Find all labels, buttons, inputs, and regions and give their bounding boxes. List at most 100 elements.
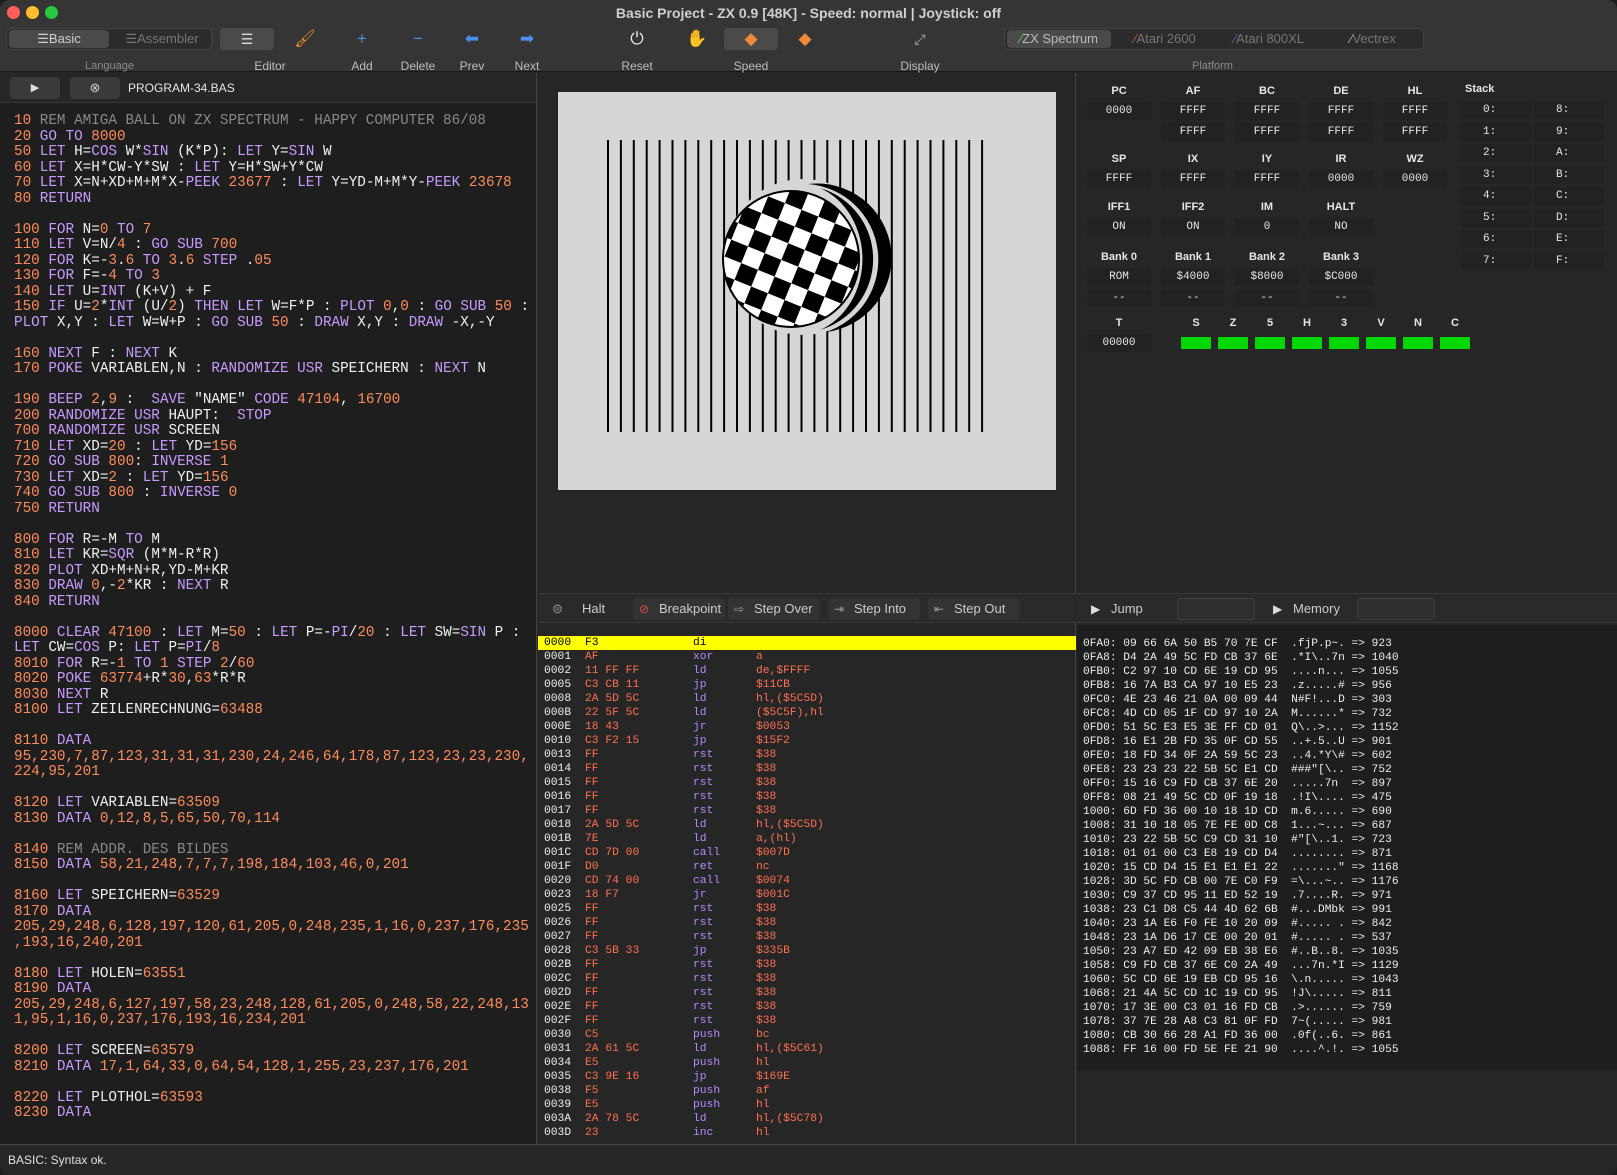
memory-hex-view[interactable]: 0FA0: 09 66 6A 50 B5 70 7E CF .fjP.p~. =… (1083, 637, 1399, 1057)
jump-button[interactable]: ▶ Jump (1085, 598, 1165, 620)
disasm-row[interactable]: 000B 22 5F 5C ld ($5C5F),hl (538, 706, 1076, 720)
register-value[interactable]: ROM (1087, 268, 1151, 286)
stack-slot[interactable]: 7: (1461, 251, 1531, 270)
disasm-row[interactable]: 0031 2A 61 5C ld hl,($5C61) (538, 1042, 1076, 1056)
register-alt-value[interactable]: FFFF (1161, 123, 1225, 141)
platform-tab-zx[interactable]: ⁄ ZX Spectrum (1007, 30, 1111, 48)
stack-slot[interactable]: B: (1534, 165, 1604, 184)
prev-button[interactable]: ⬅ Prev (450, 28, 494, 73)
register-value[interactable]: $8000 (1235, 268, 1299, 286)
flag-h[interactable]: H (1292, 315, 1322, 349)
disasm-row[interactable]: 0034 E5 push hl (538, 1056, 1076, 1070)
platform-tab-vectrex[interactable]: ⁄ Vectrex (1323, 30, 1423, 48)
register-alt-value[interactable]: -- (1087, 289, 1151, 307)
stack-slot[interactable]: F: (1534, 251, 1604, 270)
register-value[interactable]: FFFF (1161, 102, 1225, 120)
stack-slot[interactable]: 5: (1461, 208, 1531, 227)
zoom-window-button[interactable] (45, 6, 58, 19)
close-window-button[interactable] (7, 6, 20, 19)
speed-alt-button[interactable]: ◆ (790, 28, 820, 50)
register-value[interactable]: FFFF (1161, 170, 1225, 188)
register-value[interactable]: FFFF (1235, 170, 1299, 188)
register-value[interactable]: NO (1309, 218, 1373, 236)
disasm-row[interactable]: 0001 AF xor a (538, 650, 1076, 664)
disasm-row[interactable]: 002B FF rst $38 (538, 958, 1076, 972)
display-button[interactable]: ⤢ Display (895, 28, 945, 73)
flag-n[interactable]: N (1403, 315, 1433, 349)
clear-button[interactable]: ⊗ (70, 77, 120, 99)
register-value[interactable]: FFFF (1235, 102, 1299, 120)
register-alt-value[interactable]: -- (1309, 289, 1373, 307)
register-value[interactable]: FFFF (1309, 102, 1373, 120)
flag-c[interactable]: C (1440, 315, 1470, 349)
disasm-row[interactable]: 0035 C3 9E 16 jp $169E (538, 1070, 1076, 1084)
flag-z[interactable]: Z (1218, 315, 1248, 349)
language-assembler-tab[interactable]: ☰ Assembler (113, 30, 211, 48)
disasm-row[interactable]: 0039 E5 push hl (538, 1098, 1076, 1112)
disasm-row[interactable]: 0008 2A 5D 5C ld hl,($5C5D) (538, 692, 1076, 706)
stack-slot[interactable]: D: (1534, 208, 1604, 227)
disasm-row[interactable]: 0018 2A 5D 5C ld hl,($5C5D) (538, 818, 1076, 832)
disasm-row[interactable]: 003D 23 inc hl (538, 1126, 1076, 1140)
disasm-row[interactable]: 0028 C3 5B 33 jp $335B (538, 944, 1076, 958)
stack-slot[interactable]: 3: (1461, 165, 1531, 184)
disasm-row[interactable]: 0017 FF rst $38 (538, 804, 1076, 818)
register-value[interactable]: FFFF (1383, 102, 1447, 120)
disasm-row[interactable]: 0005 C3 CB 11 jp $11CB (538, 678, 1076, 692)
register-value[interactable]: 0 (1235, 218, 1299, 236)
stack-slot[interactable]: 4: (1461, 187, 1531, 205)
zx-screen[interactable] (558, 92, 1056, 490)
halt-button[interactable]: ⊜ Halt (546, 598, 626, 620)
disasm-row[interactable]: 002F FF rst $38 (538, 1014, 1076, 1028)
register-value[interactable]: ON (1087, 218, 1151, 236)
disasm-row[interactable]: 0010 C3 F2 15 jp $15F2 (538, 734, 1076, 748)
flag-v[interactable]: V (1366, 315, 1396, 349)
register-alt-value[interactable]: FFFF (1309, 123, 1373, 141)
stack-slot[interactable]: 2: (1461, 144, 1531, 162)
register-alt-value[interactable]: -- (1235, 289, 1299, 307)
flag-s[interactable]: S (1181, 315, 1211, 349)
pause-hand-button[interactable]: ✋ (682, 28, 712, 50)
disasm-row[interactable]: 0016 FF rst $38 (538, 790, 1076, 804)
disasm-row[interactable]: 0015 FF rst $38 (538, 776, 1076, 790)
disasm-row-current[interactable]: 0000 F3 di (538, 636, 1076, 650)
jump-address-input[interactable] (1177, 598, 1255, 620)
register-value[interactable]: $C000 (1309, 268, 1373, 286)
add-button[interactable]: + Add (340, 28, 384, 73)
disasm-row[interactable]: 0038 F5 push af (538, 1084, 1076, 1098)
stack-slot[interactable]: C: (1534, 187, 1604, 205)
stack-slot[interactable]: 9: (1534, 122, 1604, 141)
disasm-row[interactable]: 002E FF rst $38 (538, 1000, 1076, 1014)
stack-slot[interactable]: 8: (1534, 101, 1604, 119)
disasm-row[interactable]: 001C CD 7D 00 call $007D (538, 846, 1076, 860)
disasm-row[interactable]: 003A 2A 78 5C ld hl,($5C78) (538, 1112, 1076, 1126)
step-over-button[interactable]: ⇨ Step Over (728, 598, 820, 620)
platform-tab-atari800[interactable]: ⁄ Atari 800XL (1219, 30, 1319, 48)
speed-button[interactable]: ◆ Speed (724, 28, 778, 73)
register-value[interactable]: FFFF (1087, 170, 1151, 188)
disasm-row[interactable]: 0014 FF rst $38 (538, 762, 1076, 776)
reset-button[interactable]: ⏻ Reset (615, 28, 659, 73)
memory-address-input[interactable] (1357, 598, 1435, 620)
language-basic-tab[interactable]: ☰ Basic (9, 30, 109, 48)
stack-slot[interactable]: 0: (1461, 101, 1531, 119)
disasm-row[interactable]: 000E 18 43 jr $0053 (538, 720, 1076, 734)
step-into-button[interactable]: ⇥ Step Into (828, 598, 920, 620)
disasm-row[interactable]: 002C FF rst $38 (538, 972, 1076, 986)
disasm-row[interactable]: 0025 FF rst $38 (538, 902, 1076, 916)
basic-code-editor[interactable]: 10 REM AMIGA BALL ON ZX SPECTRUM - HAPPY… (14, 113, 529, 1121)
next-button[interactable]: ➡ Next (505, 28, 549, 73)
disasm-row[interactable]: 0030 C5 push bc (538, 1028, 1076, 1042)
stack-slot[interactable]: E: (1534, 230, 1604, 248)
editor-button[interactable]: ☰ Editor (220, 28, 286, 73)
brush-button[interactable]: 🖌 (290, 28, 320, 50)
breakpoint-button[interactable]: ⊘ Breakpoint (633, 598, 725, 620)
disasm-row[interactable]: 001F D0 ret nc (538, 860, 1076, 874)
register-value[interactable]: 0000 (1309, 170, 1373, 188)
disasm-row[interactable]: 002D FF rst $38 (538, 986, 1076, 1000)
register-alt-value[interactable]: -- (1161, 289, 1225, 307)
run-button[interactable]: ▶ (10, 77, 60, 99)
register-alt-value[interactable]: FFFF (1235, 123, 1299, 141)
disasm-row[interactable]: 0027 FF rst $38 (538, 930, 1076, 944)
stack-slot[interactable]: 6: (1461, 230, 1531, 248)
